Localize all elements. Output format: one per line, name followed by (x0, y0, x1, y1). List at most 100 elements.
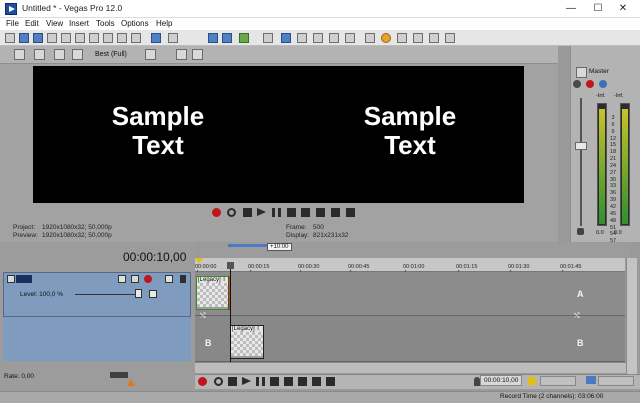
play-button[interactable] (257, 208, 266, 216)
save-as-icon[interactable] (47, 33, 57, 43)
menu-options[interactable]: Options (121, 19, 149, 28)
menu-view[interactable]: View (46, 19, 63, 28)
toolbar-extra-1-icon[interactable] (413, 33, 423, 43)
open-project-icon[interactable] (19, 33, 29, 43)
toolbar-extra-3-icon[interactable] (445, 33, 455, 43)
snapshot-icon[interactable] (586, 376, 596, 384)
new-project-icon[interactable] (5, 33, 15, 43)
timeline-play-button[interactable] (242, 377, 251, 385)
menu-help[interactable]: Help (156, 19, 172, 28)
timeline-record-button[interactable] (198, 377, 207, 386)
track-motion-icon[interactable] (118, 275, 126, 283)
save-icon[interactable] (33, 33, 43, 43)
normal-edit-tool-icon[interactable] (281, 33, 291, 43)
level-slider-knob[interactable] (135, 289, 142, 298)
paste-icon[interactable] (117, 33, 127, 43)
track-fx-icon[interactable] (144, 275, 152, 283)
pause-button[interactable] (272, 208, 281, 217)
redo-icon[interactable] (168, 33, 178, 43)
next-frame-button[interactable] (346, 208, 355, 217)
copy-icon[interactable] (103, 33, 113, 43)
timeline-prev-frame-button[interactable] (312, 377, 321, 386)
lane-letter-a: A (577, 289, 584, 299)
master-automation-icon[interactable] (599, 80, 607, 88)
record-button[interactable] (212, 208, 221, 217)
master-fader-knob[interactable] (575, 142, 587, 150)
selection-marker-icon[interactable] (528, 377, 536, 385)
timeline-next-frame-button[interactable] (326, 377, 335, 386)
lock-envelopes-icon[interactable] (239, 33, 249, 43)
lock-fader-icon[interactable] (577, 228, 584, 235)
render-as-icon[interactable] (61, 33, 71, 43)
external-monitor-icon[interactable] (34, 49, 45, 60)
track-minimize-icon[interactable] (7, 275, 15, 283)
rate-slider-knob[interactable] (110, 372, 128, 378)
zoom-edit-tool-icon[interactable] (329, 33, 339, 43)
bottom-time-field[interactable]: 00:00:10,00 (480, 375, 522, 386)
track-mute-icon[interactable] (165, 275, 173, 283)
enable-editing-icon[interactable] (345, 33, 355, 43)
enable-snapping-icon[interactable] (208, 33, 218, 43)
track-solo-icon[interactable] (180, 275, 186, 283)
loop-playback-button[interactable] (227, 208, 236, 217)
timeline-play-start-button[interactable] (228, 377, 237, 386)
selection-length-field[interactable] (540, 376, 576, 386)
loop-region-bar[interactable] (228, 244, 268, 247)
level-slider-track[interactable] (75, 294, 135, 295)
timeline-start-button[interactable] (284, 377, 293, 386)
toolbar-extra-2-icon[interactable] (429, 33, 439, 43)
split-screen-view-icon[interactable] (72, 49, 83, 60)
preview-properties-icon[interactable] (14, 49, 25, 60)
online-help-icon[interactable] (381, 33, 391, 43)
master-properties-icon[interactable] (576, 67, 587, 78)
menu-edit[interactable]: Edit (25, 19, 39, 28)
vertical-scrollbar[interactable] (626, 258, 637, 374)
selection-edit-tool-icon[interactable] (313, 33, 323, 43)
preview-quality-select[interactable]: Best (Full) (95, 51, 127, 58)
track-composite-icon[interactable] (131, 275, 139, 283)
marker-flag-icon[interactable] (195, 258, 203, 264)
level-reset-icon[interactable] (149, 290, 157, 298)
split-screen-icon[interactable] (365, 33, 375, 43)
menu-insert[interactable]: Insert (69, 19, 89, 28)
previous-frame-button[interactable] (331, 208, 340, 217)
playhead-handle[interactable] (227, 262, 234, 269)
master-mute-icon[interactable] (573, 80, 581, 88)
properties-icon[interactable] (75, 33, 85, 43)
timeline-stop-button[interactable] (270, 377, 279, 386)
delete-icon[interactable] (131, 33, 141, 43)
menu-tools[interactable]: Tools (96, 19, 115, 28)
ignore-grouping-icon[interactable] (263, 33, 273, 43)
master-fx-icon[interactable] (586, 80, 594, 88)
save-snapshot-icon[interactable] (192, 49, 203, 60)
stop-button[interactable] (287, 208, 296, 217)
zoom-field[interactable] (598, 376, 634, 386)
playhead-cursor[interactable] (230, 262, 231, 363)
envelope-edit-tool-icon[interactable] (297, 33, 307, 43)
timeline-end-button[interactable] (298, 377, 307, 386)
go-to-start-button[interactable] (301, 208, 310, 217)
track-lane-1[interactable] (195, 272, 625, 316)
preview-fx-icon[interactable] (54, 49, 65, 60)
play-from-start-button[interactable] (243, 208, 252, 217)
whats-this-icon[interactable] (397, 33, 407, 43)
horizontal-scrollbar[interactable] (195, 362, 626, 373)
track-number-icon (16, 275, 32, 283)
timeline-pause-button[interactable] (256, 377, 265, 386)
timeline-loop-button[interactable] (214, 377, 223, 386)
copy-snapshot-icon[interactable] (176, 49, 187, 60)
transition-icon-left[interactable]: ⤭ (200, 313, 206, 321)
meter-scale-label: 27 (609, 169, 617, 176)
auto-ripple-icon[interactable] (222, 33, 232, 43)
undo-icon[interactable] (151, 33, 161, 43)
project-value: 1920x1080x32; 50,000p (42, 224, 112, 231)
close-button[interactable]: ✕ (600, 0, 640, 18)
text-clip-2[interactable]: [Legacy] T (230, 325, 264, 359)
menu-file[interactable]: File (6, 19, 19, 28)
go-to-end-button[interactable] (316, 208, 325, 217)
text-clip-1[interactable]: [Legacy] T (196, 276, 230, 310)
transition-icon-right[interactable]: ⤭ (574, 313, 580, 321)
vegas-app-icon[interactable] (5, 3, 17, 15)
cut-icon[interactable] (89, 33, 99, 43)
overlays-icon[interactable] (145, 49, 156, 60)
